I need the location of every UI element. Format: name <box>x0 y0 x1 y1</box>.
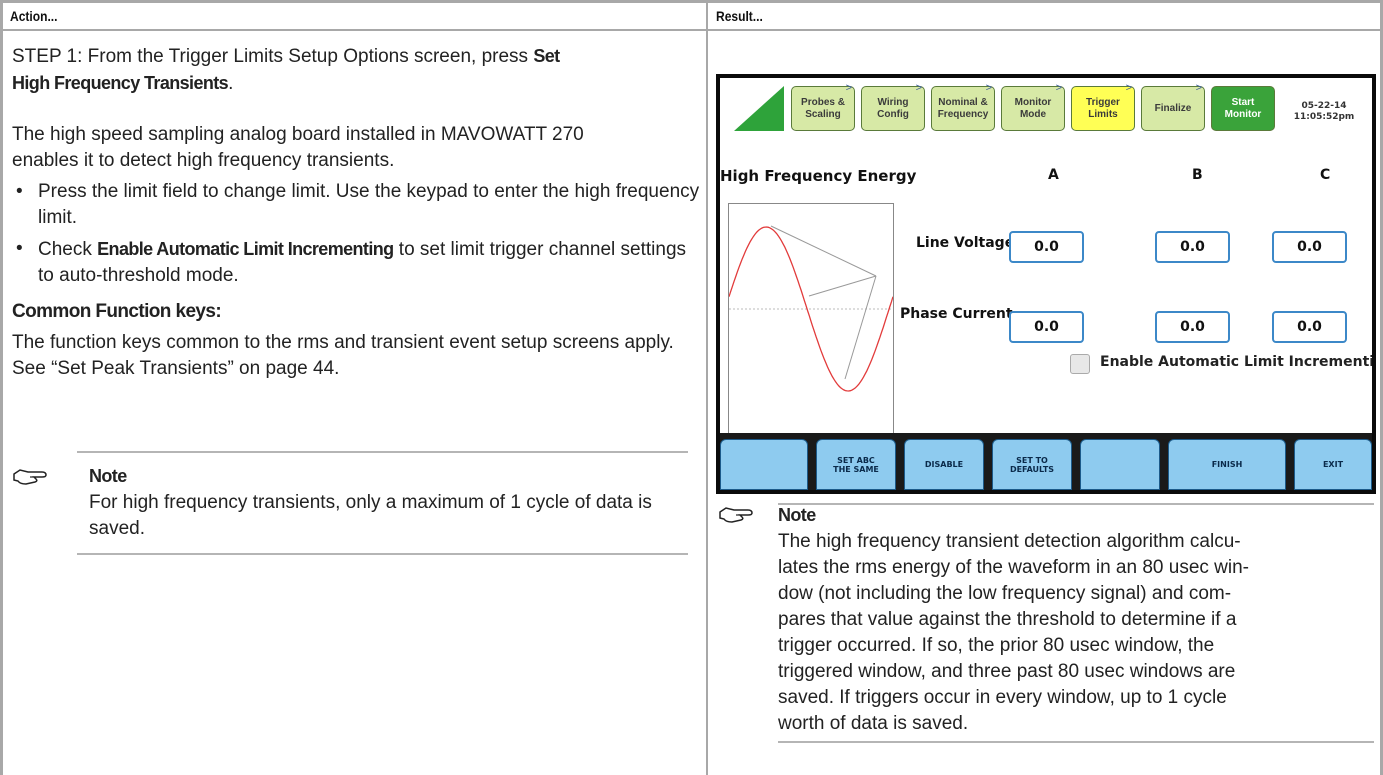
manual-page: Action... Result... STEP 1: From the Tri… <box>0 0 1383 775</box>
logo-triangle-icon <box>734 86 784 131</box>
phase-current-a-input[interactable]: 0.0 <box>1009 311 1084 343</box>
header-bottom-border <box>0 29 1383 31</box>
bullet-1-text: Press the limit field to change limit. U… <box>38 181 700 228</box>
left-note-title: Note <box>89 466 127 486</box>
tab-start-label: Start Monitor <box>1224 96 1262 120</box>
table-left-border <box>0 0 3 775</box>
tab-trigger-limits[interactable]: Trigger Limits > <box>1071 82 1135 131</box>
right-note-line: trigger occurred. If so, the prior 80 us… <box>778 635 1215 656</box>
phase-current-c-input[interactable]: 0.0 <box>1272 311 1347 343</box>
tab-arrow-icon: > <box>1055 82 1062 94</box>
tab-start-monitor[interactable]: Start Monitor <box>1211 86 1275 131</box>
column-b-header: B <box>1192 167 1203 183</box>
line-voltage-c-input[interactable]: 0.0 <box>1272 231 1347 263</box>
fkey-set-abc-same[interactable]: SET ABC THE SAME <box>816 439 896 490</box>
function-key-bar: SET ABC THE SAME DISABLE SET TO DEFAULTS… <box>720 433 1372 490</box>
fkey-exit[interactable]: EXIT <box>1294 439 1372 490</box>
time-label: 11:05:52pm <box>1293 112 1355 122</box>
device-screenshot: Probes & Scaling > Wiring Config > Nominal… <box>716 74 1376 494</box>
left-note-text: For high frequency transients, only a ma… <box>89 492 652 539</box>
enable-auto-limit-label: Enable Automatic Limit Incrementing <box>1100 354 1372 370</box>
right-note-text: The high frequency transient detection a… <box>778 529 1378 737</box>
column-a-header: A <box>1048 167 1059 183</box>
function-keys-paragraph: The function keys common to the rms and … <box>12 332 674 379</box>
right-note-title: Note <box>778 505 816 525</box>
pointing-hand-icon <box>12 466 50 488</box>
bullet-limit-field: Press the limit field to change limit. U… <box>12 179 702 231</box>
phase-current-label: Phase Current <box>900 306 1013 322</box>
step1-paragraph: STEP 1: From the Trigger Limits Setup Op… <box>12 43 702 97</box>
fkey-finish[interactable]: FINISH <box>1168 439 1286 490</box>
action-header: Action... <box>10 8 58 24</box>
line-voltage-label: Line Voltage <box>916 235 1015 251</box>
intro-line-2: enables it to detect high frequency tran… <box>12 150 395 171</box>
tab-arrow-icon: > <box>1195 82 1202 94</box>
bullet-2-prefix: Check <box>38 239 98 260</box>
tab-monitor-label: Monitor Mode <box>1014 96 1052 120</box>
right-note-bottom-rule <box>778 741 1374 743</box>
tab-probes-scaling[interactable]: Probes & Scaling > <box>791 82 855 131</box>
step1-suffix: . <box>228 73 234 94</box>
left-note-bottom-rule <box>77 553 688 555</box>
tab-probes-label: Probes & Scaling <box>801 96 845 120</box>
line-voltage-b-input[interactable]: 0.0 <box>1155 231 1230 263</box>
step1-bold-hft: High Frequency Transients <box>12 73 229 93</box>
date-time: 05-22-14 11:05:52pm <box>1282 101 1366 123</box>
tab-nominal-frequency[interactable]: Nominal & Frequency > <box>931 82 995 131</box>
line-voltage-a-input[interactable]: 0.0 <box>1009 231 1084 263</box>
left-note-top-rule <box>77 451 688 453</box>
result-header: Result... <box>716 8 763 24</box>
tab-trigger-label: Trigger Limits <box>1086 96 1120 120</box>
tab-finalize[interactable]: Finalize > <box>1141 82 1205 131</box>
tab-arrow-icon: > <box>1125 82 1132 94</box>
tab-wiring-label: Wiring Config <box>877 96 909 120</box>
right-note-top-rule <box>778 503 1374 505</box>
intro-paragraph: The high speed sampling analog board ins… <box>12 122 707 174</box>
intro-line-1: The high speed sampling analog board ins… <box>12 124 584 145</box>
right-note-line: lates the rms energy of the waveform in … <box>778 557 1250 578</box>
tab-arrow-icon: > <box>915 82 922 94</box>
common-function-keys-heading: Common Function keys: <box>12 301 222 322</box>
action-column: STEP 1: From the Trigger Limits Setup Op… <box>12 43 707 382</box>
screen-title: High Frequency Energy <box>720 167 917 185</box>
pointing-hand-icon <box>718 504 756 526</box>
tab-nominal-label: Nominal & Frequency <box>937 96 989 120</box>
right-note-line: triggered window, and three past 80 usec… <box>778 661 1236 682</box>
device-screen: Probes & Scaling > Wiring Config > Nominal… <box>720 78 1372 490</box>
table-top-border <box>0 0 1383 3</box>
right-note-line: pares that value against the threshold t… <box>778 609 1237 630</box>
bullet-enable-auto: Check Enable Automatic Limit Incrementin… <box>12 236 702 289</box>
tab-wiring-config[interactable]: Wiring Config > <box>861 82 925 131</box>
tab-monitor-mode[interactable]: Monitor Mode > <box>1001 82 1065 131</box>
bullet-2-bold: Enable Automatic Limit Incrementing <box>97 239 394 259</box>
tab-arrow-icon: > <box>985 82 992 94</box>
tab-finalize-label: Finalize <box>1154 102 1192 114</box>
fkey-blank-2[interactable] <box>1080 439 1160 490</box>
column-c-header: C <box>1320 167 1331 183</box>
date-label: 05-22-14 <box>1301 101 1347 111</box>
phase-current-b-input[interactable]: 0.0 <box>1155 311 1230 343</box>
waveform-diagram <box>728 203 894 453</box>
right-note-line: worth of data is saved. <box>778 713 969 734</box>
fkey-disable[interactable]: DISABLE <box>904 439 984 490</box>
step1-text: STEP 1: From the Trigger Limits Setup Op… <box>12 46 534 67</box>
right-note-line: saved. If triggers occur in every window… <box>778 687 1227 708</box>
setup-tab-bar: Probes & Scaling > Wiring Config > Nominal… <box>720 78 1372 148</box>
tab-arrow-icon: > <box>845 82 852 94</box>
enable-auto-limit-checkbox[interactable] <box>1070 354 1090 374</box>
right-note-line: The high frequency transient detection a… <box>778 531 1241 552</box>
fkey-blank-1[interactable] <box>720 439 808 490</box>
step1-bold-set: Set <box>533 46 560 66</box>
right-note-line: dow (not including the low frequency sig… <box>778 583 1232 604</box>
fkey-set-to-defaults[interactable]: SET TO DEFAULTS <box>992 439 1072 490</box>
